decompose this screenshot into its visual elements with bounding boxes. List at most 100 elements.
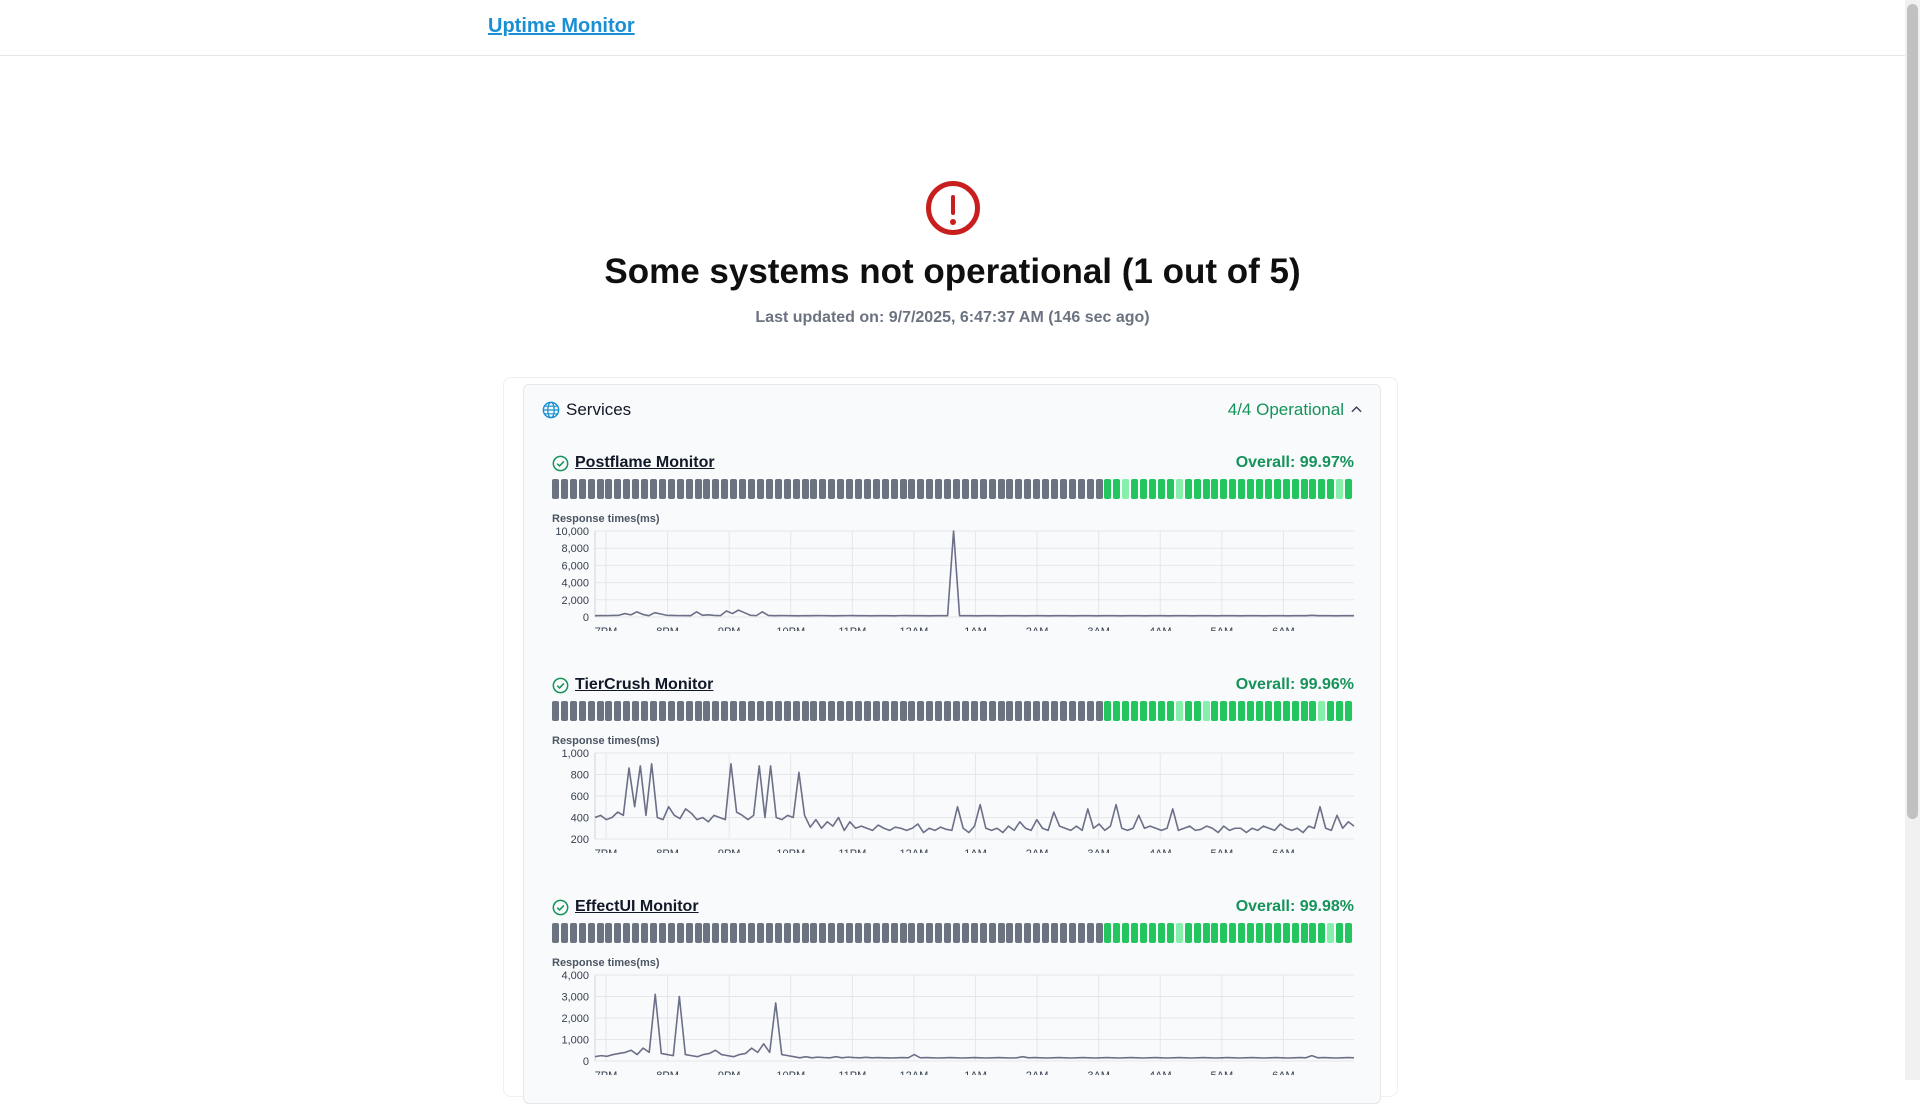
uptime-segment[interactable] bbox=[1068, 479, 1076, 499]
uptime-segment[interactable] bbox=[1345, 479, 1353, 499]
uptime-segment[interactable] bbox=[1264, 923, 1272, 943]
uptime-segment[interactable] bbox=[872, 923, 880, 943]
uptime-segment[interactable] bbox=[1184, 479, 1192, 499]
uptime-segment[interactable] bbox=[552, 479, 559, 499]
uptime-segment[interactable] bbox=[1273, 923, 1281, 943]
uptime-segment[interactable] bbox=[712, 701, 720, 721]
uptime-segment[interactable] bbox=[890, 701, 898, 721]
uptime-segment[interactable] bbox=[1077, 923, 1085, 943]
uptime-segment[interactable] bbox=[703, 479, 711, 499]
uptime-segment[interactable] bbox=[961, 701, 969, 721]
uptime-segment[interactable] bbox=[1282, 479, 1290, 499]
uptime-segment[interactable] bbox=[1184, 701, 1192, 721]
uptime-segment[interactable] bbox=[819, 479, 827, 499]
uptime-segment[interactable] bbox=[1220, 923, 1228, 943]
uptime-segment[interactable] bbox=[721, 923, 729, 943]
uptime-segment[interactable] bbox=[1255, 701, 1263, 721]
uptime-segment[interactable] bbox=[676, 479, 684, 499]
uptime-segment[interactable] bbox=[1193, 923, 1201, 943]
uptime-segment[interactable] bbox=[1059, 479, 1067, 499]
uptime-segment[interactable] bbox=[756, 701, 764, 721]
uptime-segment[interactable] bbox=[1149, 479, 1157, 499]
uptime-segment[interactable] bbox=[1166, 923, 1174, 943]
uptime-segment[interactable] bbox=[1113, 923, 1121, 943]
uptime-segment[interactable] bbox=[810, 923, 818, 943]
uptime-segment[interactable] bbox=[614, 479, 622, 499]
uptime-segment[interactable] bbox=[1006, 479, 1014, 499]
uptime-segment[interactable] bbox=[863, 479, 871, 499]
uptime-segment[interactable] bbox=[810, 479, 818, 499]
uptime-segment[interactable] bbox=[1300, 923, 1308, 943]
uptime-segment[interactable] bbox=[792, 479, 800, 499]
uptime-segment[interactable] bbox=[846, 923, 854, 943]
uptime-segment[interactable] bbox=[1247, 479, 1255, 499]
uptime-segment[interactable] bbox=[908, 923, 916, 943]
uptime-segment[interactable] bbox=[1033, 923, 1041, 943]
uptime-segment[interactable] bbox=[712, 923, 720, 943]
uptime-segment[interactable] bbox=[961, 923, 969, 943]
uptime-segment[interactable] bbox=[1166, 479, 1174, 499]
uptime-segment[interactable] bbox=[988, 479, 996, 499]
uptime-segment[interactable] bbox=[997, 923, 1005, 943]
uptime-segment[interactable] bbox=[552, 701, 559, 721]
uptime-segment[interactable] bbox=[605, 701, 613, 721]
uptime-segment[interactable] bbox=[854, 923, 862, 943]
uptime-segment[interactable] bbox=[1131, 923, 1139, 943]
uptime-segment[interactable] bbox=[560, 701, 568, 721]
uptime-segment[interactable] bbox=[658, 923, 666, 943]
uptime-segment[interactable] bbox=[1149, 923, 1157, 943]
uptime-segment[interactable] bbox=[1220, 701, 1228, 721]
uptime-segment[interactable] bbox=[730, 923, 738, 943]
uptime-segment[interactable] bbox=[1291, 923, 1299, 943]
uptime-segment[interactable] bbox=[1202, 923, 1210, 943]
uptime-segment[interactable] bbox=[1015, 701, 1023, 721]
uptime-segment[interactable] bbox=[658, 479, 666, 499]
uptime-segment[interactable] bbox=[899, 923, 907, 943]
brand-link[interactable]: Uptime Monitor bbox=[488, 15, 635, 38]
uptime-segment[interactable] bbox=[917, 923, 925, 943]
uptime-segment[interactable] bbox=[623, 479, 631, 499]
monitor-name-link[interactable]: Postflame Monitor bbox=[575, 454, 715, 472]
uptime-segment[interactable] bbox=[899, 479, 907, 499]
uptime-segment[interactable] bbox=[569, 701, 577, 721]
uptime-segment[interactable] bbox=[792, 701, 800, 721]
uptime-segment[interactable] bbox=[1140, 701, 1148, 721]
uptime-segment[interactable] bbox=[1140, 923, 1148, 943]
uptime-segment[interactable] bbox=[846, 701, 854, 721]
uptime-segment[interactable] bbox=[596, 701, 604, 721]
uptime-segment[interactable] bbox=[1318, 701, 1326, 721]
uptime-segment[interactable] bbox=[917, 701, 925, 721]
uptime-segment[interactable] bbox=[1255, 923, 1263, 943]
uptime-segment[interactable] bbox=[1157, 479, 1165, 499]
uptime-segment[interactable] bbox=[1336, 479, 1344, 499]
uptime-segment[interactable] bbox=[890, 923, 898, 943]
uptime-segment[interactable] bbox=[1255, 479, 1263, 499]
uptime-segment[interactable] bbox=[756, 923, 764, 943]
uptime-segment[interactable] bbox=[1309, 923, 1317, 943]
uptime-segment[interactable] bbox=[890, 479, 898, 499]
uptime-segment[interactable] bbox=[605, 923, 613, 943]
uptime-segment[interactable] bbox=[1104, 923, 1112, 943]
uptime-segment[interactable] bbox=[881, 923, 889, 943]
uptime-segment[interactable] bbox=[1282, 701, 1290, 721]
uptime-segment[interactable] bbox=[1282, 923, 1290, 943]
uptime-segment[interactable] bbox=[703, 701, 711, 721]
uptime-segment[interactable] bbox=[748, 479, 756, 499]
uptime-segment[interactable] bbox=[560, 479, 568, 499]
uptime-segment[interactable] bbox=[1006, 923, 1014, 943]
uptime-segment[interactable] bbox=[632, 701, 640, 721]
uptime-segment[interactable] bbox=[685, 701, 693, 721]
uptime-segment[interactable] bbox=[926, 701, 934, 721]
uptime-segment[interactable] bbox=[748, 923, 756, 943]
monitor-name-link[interactable]: TierCrush Monitor bbox=[575, 676, 713, 694]
uptime-segment[interactable] bbox=[1300, 701, 1308, 721]
uptime-segment[interactable] bbox=[783, 701, 791, 721]
uptime-segment[interactable] bbox=[694, 701, 702, 721]
uptime-segment[interactable] bbox=[632, 479, 640, 499]
uptime-segment[interactable] bbox=[1068, 923, 1076, 943]
uptime-segment[interactable] bbox=[863, 923, 871, 943]
uptime-segment[interactable] bbox=[1051, 479, 1059, 499]
uptime-segment[interactable] bbox=[997, 701, 1005, 721]
uptime-segment[interactable] bbox=[1006, 701, 1014, 721]
uptime-segment[interactable] bbox=[819, 701, 827, 721]
